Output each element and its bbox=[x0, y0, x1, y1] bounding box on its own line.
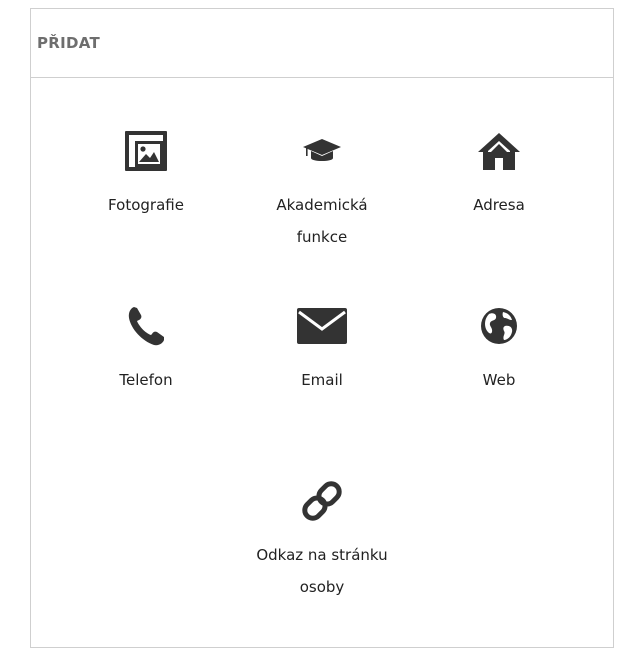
globe-icon bbox=[469, 304, 529, 348]
add-panel: PŘIDAT Fotografie Akademická funkce Adre… bbox=[30, 8, 614, 648]
link-icon bbox=[292, 479, 352, 523]
add-phone-button[interactable]: Telefon bbox=[61, 304, 231, 396]
panel-header: PŘIDAT bbox=[31, 9, 613, 78]
phone-icon bbox=[116, 304, 176, 348]
add-academic-function-button[interactable]: Akademická funkce bbox=[237, 129, 407, 253]
home-icon bbox=[469, 129, 529, 173]
person-page-link-label: Odkaz na stránku osoby bbox=[256, 546, 388, 596]
panel-title: PŘIDAT bbox=[37, 34, 101, 52]
web-label: Web bbox=[482, 371, 516, 389]
photo-label: Fotografie bbox=[108, 196, 184, 214]
add-address-button[interactable]: Adresa bbox=[414, 129, 584, 221]
graduation-cap-icon bbox=[292, 129, 352, 173]
add-email-button[interactable]: Email bbox=[237, 304, 407, 396]
address-label: Adresa bbox=[473, 196, 525, 214]
academic-function-label: Akademická funkce bbox=[276, 196, 368, 246]
email-label: Email bbox=[301, 371, 343, 389]
phone-label: Telefon bbox=[119, 371, 173, 389]
envelope-icon bbox=[292, 304, 352, 348]
add-photo-button[interactable]: Fotografie bbox=[61, 129, 231, 221]
add-person-page-link-button[interactable]: Odkaz na stránku osoby bbox=[237, 479, 407, 603]
photo-icon bbox=[116, 129, 176, 173]
add-web-button[interactable]: Web bbox=[414, 304, 584, 396]
